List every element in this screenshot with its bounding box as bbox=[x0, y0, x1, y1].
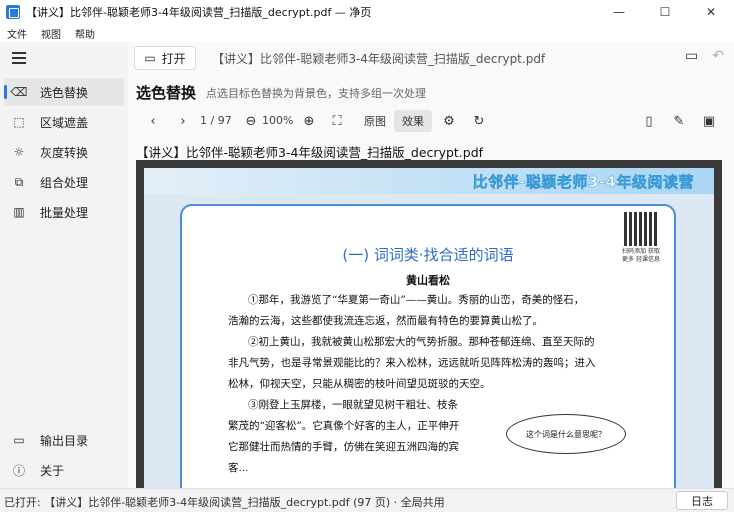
sidebar-item-label: 批量处理 bbox=[40, 205, 89, 220]
banner-text: 比邻伴-聪颖老师3-4年级阅读营 bbox=[472, 173, 694, 192]
zoom-in-icon[interactable]: ⊕ bbox=[300, 112, 318, 130]
zoom-level: 100% bbox=[262, 114, 294, 127]
window-title: 【讲义】比邻伴-聪颖老师3-4年级阅读营_扫描版_decrypt.pdf — 净… bbox=[26, 6, 372, 19]
main-panel: ▭ 打开 【讲义】比邻伴-聪颖老师3-4年级阅读营_扫描版_decrypt.pd… bbox=[128, 42, 734, 488]
hamburger-menu-icon[interactable] bbox=[12, 52, 26, 64]
region-mask-icon: ⬚ bbox=[13, 115, 25, 129]
pdf-preview[interactable]: 比邻伴-聪颖老师3-4年级阅读营 扫码添加 获取更多 轻课信息 (一) 词词类·… bbox=[136, 160, 722, 488]
zoom-out-icon[interactable]: ⊖ bbox=[242, 112, 260, 130]
maximize-button[interactable]: ☐ bbox=[642, 0, 688, 24]
lesson-title: (一) 词词类·找合适的词语 bbox=[342, 246, 514, 264]
folder-open-icon: ▭ bbox=[144, 51, 156, 65]
sidebar-item-label: 灰度转换 bbox=[40, 145, 89, 160]
external-link-icon: ⧉ bbox=[14, 174, 24, 189]
active-indicator bbox=[4, 85, 7, 99]
view-effect-button[interactable]: 效果 bbox=[394, 110, 432, 132]
log-button[interactable]: 日志 bbox=[676, 491, 728, 510]
books-icon: ▥ bbox=[13, 205, 25, 219]
paragraph-line: 客... bbox=[228, 462, 249, 474]
undo-icon[interactable]: ↶ bbox=[712, 48, 724, 64]
sun-icon: ☼ bbox=[13, 145, 25, 159]
page-indicator: 1 / 97 bbox=[200, 114, 232, 127]
sidebar-item-label: 组合处理 bbox=[40, 175, 89, 190]
top-right-actions: ▭ ↶ bbox=[685, 48, 724, 64]
eraser-icon: ⌫ bbox=[10, 85, 28, 99]
sidebar-item-label: 关于 bbox=[40, 463, 65, 478]
top-bar: ▭ 打开 【讲义】比邻伴-聪颖老师3-4年级阅读营_扫描版_decrypt.pd… bbox=[128, 42, 734, 74]
page-banner: 比邻伴-聪颖老师3-4年级阅读营 bbox=[144, 168, 714, 194]
thought-bubble: 这个词是什么意思呢？ bbox=[506, 414, 626, 454]
current-file-name: 【讲义】比邻伴-聪颖老师3-4年级阅读营_扫描版_decrypt.pdf bbox=[212, 52, 546, 66]
open-button-label: 打开 bbox=[161, 51, 186, 66]
section-description: 点选目标色替换为背景色，支持多组一次处理 bbox=[206, 87, 426, 100]
sidebar-item-label: 选色替换 bbox=[40, 85, 89, 100]
title-bar: 【讲义】比邻伴-聪颖老师3-4年级阅读营_扫描版_decrypt.pdf — 净… bbox=[0, 0, 734, 24]
refresh-icon[interactable]: ↻ bbox=[470, 112, 488, 130]
status-bar: 已打开: 【讲义】比邻伴-聪颖老师3-4年级阅读营_扫描版_decrypt.pd… bbox=[0, 488, 734, 512]
fit-page-icon[interactable]: ⛶ bbox=[328, 112, 346, 130]
sidebar-item-about[interactable]: ⓘ 关于 bbox=[4, 456, 124, 484]
sidebar-item-region-mask[interactable]: ⬚ 区域遮盖 bbox=[4, 108, 124, 136]
sidebar: ⌫ 选色替换 ⬚ 区域遮盖 ☼ 灰度转换 ⧉ 组合处理 ▥ 批量处理 ▭ 输出目… bbox=[0, 42, 128, 488]
open-button[interactable]: ▭ 打开 bbox=[134, 46, 196, 70]
image-export-icon[interactable]: ▣ bbox=[700, 112, 718, 130]
folder-icon: ▭ bbox=[13, 433, 25, 447]
sidebar-item-grayscale[interactable]: ☼ 灰度转换 bbox=[4, 138, 124, 166]
menu-view[interactable]: 视图 bbox=[34, 26, 68, 41]
next-page-icon[interactable]: › bbox=[174, 112, 192, 130]
section-title: 选色替换 bbox=[136, 84, 197, 102]
menu-bar: 文件 视图 帮助 bbox=[0, 24, 734, 42]
content-card: 扫码添加 获取更多 轻课信息 (一) 词词类·找合适的词语 黄山看松 ①那年，我… bbox=[180, 204, 676, 488]
prev-page-icon[interactable]: ‹ bbox=[144, 112, 162, 130]
paragraph-line: ②初上黄山，我就被黄山松那宏大的气势折服。那种苍郁连绵、直至天际的 bbox=[248, 336, 595, 348]
folder-icon[interactable]: ▭ bbox=[685, 48, 698, 64]
file-icon[interactable]: ▯ bbox=[640, 112, 658, 130]
view-original-button[interactable]: 原图 bbox=[356, 110, 394, 132]
sidebar-item-label: 输出目录 bbox=[40, 433, 89, 448]
app-icon bbox=[6, 5, 20, 19]
paragraph-line: ①那年，我游览了“华夏第一奇山”——黄山。秀丽的山峦，奇美的怪石， bbox=[248, 294, 585, 306]
info-icon: ⓘ bbox=[12, 463, 25, 478]
status-text: 已打开: 【讲义】比邻伴-聪颖老师3-4年级阅读营_扫描版_decrypt.pd… bbox=[4, 496, 445, 509]
window-controls: — ☐ ✕ bbox=[596, 0, 734, 24]
settings-gear-icon[interactable]: ⚙ bbox=[440, 112, 458, 130]
poem-title: 黄山看松 bbox=[406, 274, 450, 287]
viewer-toolbar: ‹ › 1 / 97 ⊖ 100% ⊕ ⛶ 原图 效果 ⚙ ↻ ▯ ✎ ▣ bbox=[128, 108, 734, 134]
paragraph-line: 浩瀚的云海，这些都使我流连忘返，然而最有特色的要算黄山松了。 bbox=[228, 315, 543, 327]
document-title: 【讲义】比邻伴-聪颖老师3-4年级阅读营_扫描版_decrypt.pdf bbox=[136, 145, 484, 160]
paragraph-line: 松林，仰视天空，只能从稠密的枝叶间望见斑驳的天空。 bbox=[228, 378, 491, 390]
pdf-page: 比邻伴-聪颖老师3-4年级阅读营 扫码添加 获取更多 轻课信息 (一) 词词类·… bbox=[144, 168, 714, 488]
sidebar-item-combined[interactable]: ⧉ 组合处理 bbox=[4, 168, 124, 196]
edit-pencil-icon[interactable]: ✎ bbox=[670, 112, 688, 130]
sidebar-item-label: 区域遮盖 bbox=[40, 115, 89, 130]
menu-help[interactable]: 帮助 bbox=[68, 26, 102, 41]
qr-code-icon bbox=[624, 212, 658, 246]
sidebar-item-output-dir[interactable]: ▭ 输出目录 bbox=[4, 426, 124, 454]
view-toggle: 原图 效果 bbox=[356, 110, 432, 132]
menu-file[interactable]: 文件 bbox=[0, 26, 34, 41]
minimize-button[interactable]: — bbox=[596, 0, 642, 24]
paragraph-line: ③刚登上玉屏楼，一眼就望见树干粗壮、枝条 bbox=[248, 399, 458, 411]
close-button[interactable]: ✕ bbox=[688, 0, 734, 24]
sidebar-item-batch[interactable]: ▥ 批量处理 bbox=[4, 198, 124, 226]
paragraph-line: 非凡气势，也是寻常景观能比的？来入松林，远远就听见阵阵松涛的轰鸣；进入 bbox=[228, 357, 596, 369]
sidebar-item-color-replace[interactable]: ⌫ 选色替换 bbox=[4, 78, 124, 106]
